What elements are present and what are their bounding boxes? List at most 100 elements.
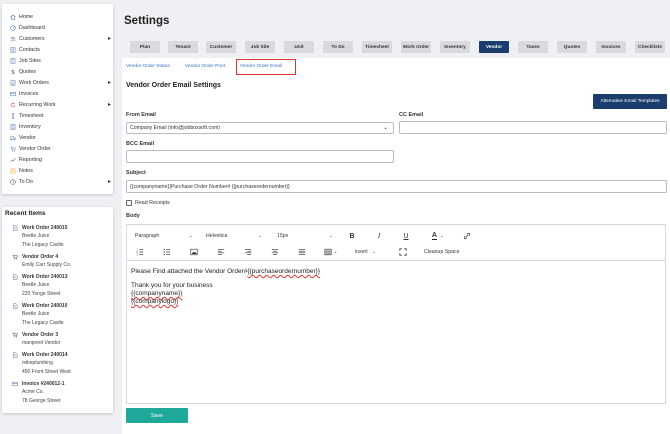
work-orders-icon [8, 79, 17, 87]
recent-item[interactable]: Invoice #240012-1 Acme Co. 78 George Stree… [2, 380, 113, 406]
recent-item-detail: manpreet Vendor [22, 340, 61, 346]
sidebar-item-home[interactable]: Home [2, 11, 113, 22]
insert-image-button[interactable] [189, 247, 199, 257]
align-left-button[interactable] [216, 247, 226, 257]
bullet-list-button[interactable] [162, 247, 172, 257]
sidebar-item-customers[interactable]: Customers ▸ [2, 33, 113, 44]
table-icon [324, 248, 332, 256]
link-button[interactable] [462, 231, 472, 241]
image-icon [190, 248, 198, 256]
chevron-right-icon[interactable]: ▸ [108, 79, 111, 86]
align-justify-button[interactable] [297, 247, 307, 257]
bcc-email-field[interactable] [126, 150, 394, 163]
sidebar-item-inventory[interactable]: Inventory [2, 121, 113, 132]
ordered-list-icon: 123 [136, 249, 144, 256]
link-icon [463, 232, 471, 240]
font-size-select[interactable]: 15px ⌄ [277, 233, 333, 239]
tab-invoices[interactable]: Invoices [596, 41, 626, 53]
rich-text-editor[interactable]: Paragraph ⌄ Helvetica ⌄ 15px ⌄ B I U A ⌄ … [126, 224, 666, 404]
sidebar-item-quotes[interactable]: Quotes [2, 66, 113, 77]
tab-job-site[interactable]: Job Site [245, 41, 275, 53]
sidebar-item-label: Job Sites [19, 57, 41, 64]
sidebar-item-dashboard[interactable]: Dashboard [2, 22, 113, 33]
recent-item[interactable]: Vendor Order 3 manpreet Vendor [2, 331, 113, 348]
tab-unit[interactable]: Unit [284, 41, 314, 53]
subtab-vendor-order-print[interactable]: Vendor Order Print [185, 64, 225, 69]
sidebar-item-reporting[interactable]: Reporting [2, 154, 113, 165]
subtab-vendor-order-status[interactable]: Vendor Order Status [126, 64, 170, 69]
bold-button[interactable]: B [347, 231, 357, 241]
editor-content[interactable]: Please Find attached the Vendor Order#{{… [131, 268, 320, 306]
align-justify-icon [298, 249, 306, 255]
font-family-select[interactable]: Helvetica ⌄ [206, 233, 262, 239]
sidebar-item-contacts[interactable]: Contacts [2, 44, 113, 55]
section-title: Vendor Order Email Settings [126, 82, 221, 89]
insert-table-button[interactable]: ⌄ [322, 247, 340, 257]
fullscreen-button[interactable] [398, 247, 408, 257]
block-format-select[interactable]: Paragraph ⌄ [135, 233, 193, 239]
text-color-icon: A [431, 232, 437, 240]
italic-button[interactable]: I [374, 231, 384, 241]
recent-item-detail: Beetle Juice [22, 282, 50, 288]
tab-timesheet[interactable]: Timesheet [362, 41, 392, 53]
tab-tenant[interactable]: Tenant [168, 41, 198, 53]
align-center-button[interactable] [270, 247, 280, 257]
cc-email-field[interactable] [399, 121, 667, 134]
sidebar-item-work-orders[interactable]: Work Orders ▸ [2, 77, 113, 88]
subtab-vendor-order-email[interactable]: Vendor Order Email [240, 64, 282, 69]
document-icon [11, 352, 19, 359]
tab-checklists[interactable]: Checklists [635, 41, 665, 53]
recent-item-detail: Beetle Juice [22, 311, 50, 317]
recent-item-header: Vendor Order 3 [2, 331, 113, 339]
tab-inventory[interactable]: Inventory [440, 41, 470, 53]
sidebar-item-recurring-work[interactable]: Recurring Work ▸ [2, 99, 113, 110]
alternative-email-templates-button[interactable]: Alternative Email Templates [593, 94, 667, 109]
tab-plan[interactable]: Plan [130, 41, 160, 53]
sidebar-item-label: Quotes [19, 68, 37, 75]
sidebar-item-label: Notes [19, 167, 33, 174]
sidebar-item-timesheet[interactable]: Timesheet [2, 110, 113, 121]
chevron-right-icon[interactable]: ▸ [108, 35, 111, 42]
ordered-list-button[interactable]: 123 [135, 247, 145, 257]
tab-quotes[interactable]: Quotes [557, 41, 587, 53]
recent-items-title: Recent Items [5, 210, 46, 217]
tab-taxes[interactable]: Taxes [518, 41, 548, 53]
svg-text:3: 3 [136, 253, 138, 256]
recent-item[interactable]: Vendor Order 4 Emily Carr Supply Co. [2, 253, 113, 270]
recent-item[interactable]: Work Order 240015 Beetle Juice The Legacy … [2, 224, 113, 250]
chevron-right-icon[interactable]: ▸ [108, 178, 111, 185]
subject-field[interactable]: {{companyname}}Purchase Order Number# {{… [126, 180, 667, 193]
recent-item[interactable]: Work Order 240010 Beetle Juice The Legacy … [2, 302, 113, 328]
cleanup-space-button[interactable]: Cleanup Space [424, 249, 459, 255]
read-receipts-row: Read Receipts [126, 200, 170, 206]
sidebar-item-vendor-order[interactable]: Vendor Order [2, 143, 113, 154]
recent-item-title: Work Order 240013 [22, 274, 68, 280]
recent-item-detail: mikeplumbing [22, 360, 53, 366]
underline-button[interactable]: U [401, 231, 411, 241]
tab-customer[interactable]: Customer [206, 41, 236, 53]
recent-item-detail: 78 George Street [22, 398, 61, 404]
sidebar-item-notes[interactable]: Notes [2, 165, 113, 176]
align-right-button[interactable] [243, 247, 253, 257]
sidebar-item-invoices[interactable]: Invoices [2, 88, 113, 99]
save-button[interactable]: Save [126, 408, 188, 423]
tab-to-do[interactable]: To Do [323, 41, 353, 53]
sidebar-item-to-do[interactable]: To Do ▸ [2, 176, 113, 187]
recent-item[interactable]: Work Order 240014 mikeplumbing 450 Front S… [2, 351, 113, 377]
insert-select[interactable]: insert ⌄ [355, 249, 385, 255]
from-email-select[interactable]: Company Email (info@jobboxsoft.com) ⌄ [126, 122, 394, 134]
recent-item[interactable]: Work Order 240013 Beetle Juice 220 Yonge S… [2, 273, 113, 299]
sidebar-item-vendor[interactable]: Vendor [2, 132, 113, 143]
chevron-right-icon[interactable]: ▸ [108, 101, 111, 108]
text-color-button[interactable]: A ⌄ [427, 231, 449, 241]
recent-item-header: Work Order 240010 [2, 302, 113, 310]
cleanup-space-label: Cleanup Space [424, 249, 460, 255]
sidebar-item-job-sites[interactable]: Job Sites [2, 55, 113, 66]
tab-work-order[interactable]: Work Order [401, 41, 431, 53]
read-receipts-checkbox[interactable] [126, 200, 132, 206]
sidebar-item-label: Vendor Order [19, 145, 51, 152]
align-left-icon [217, 249, 225, 255]
dashboard-icon [8, 24, 17, 32]
align-right-icon [244, 249, 252, 255]
tab-vendor[interactable]: Vendor [479, 41, 509, 53]
